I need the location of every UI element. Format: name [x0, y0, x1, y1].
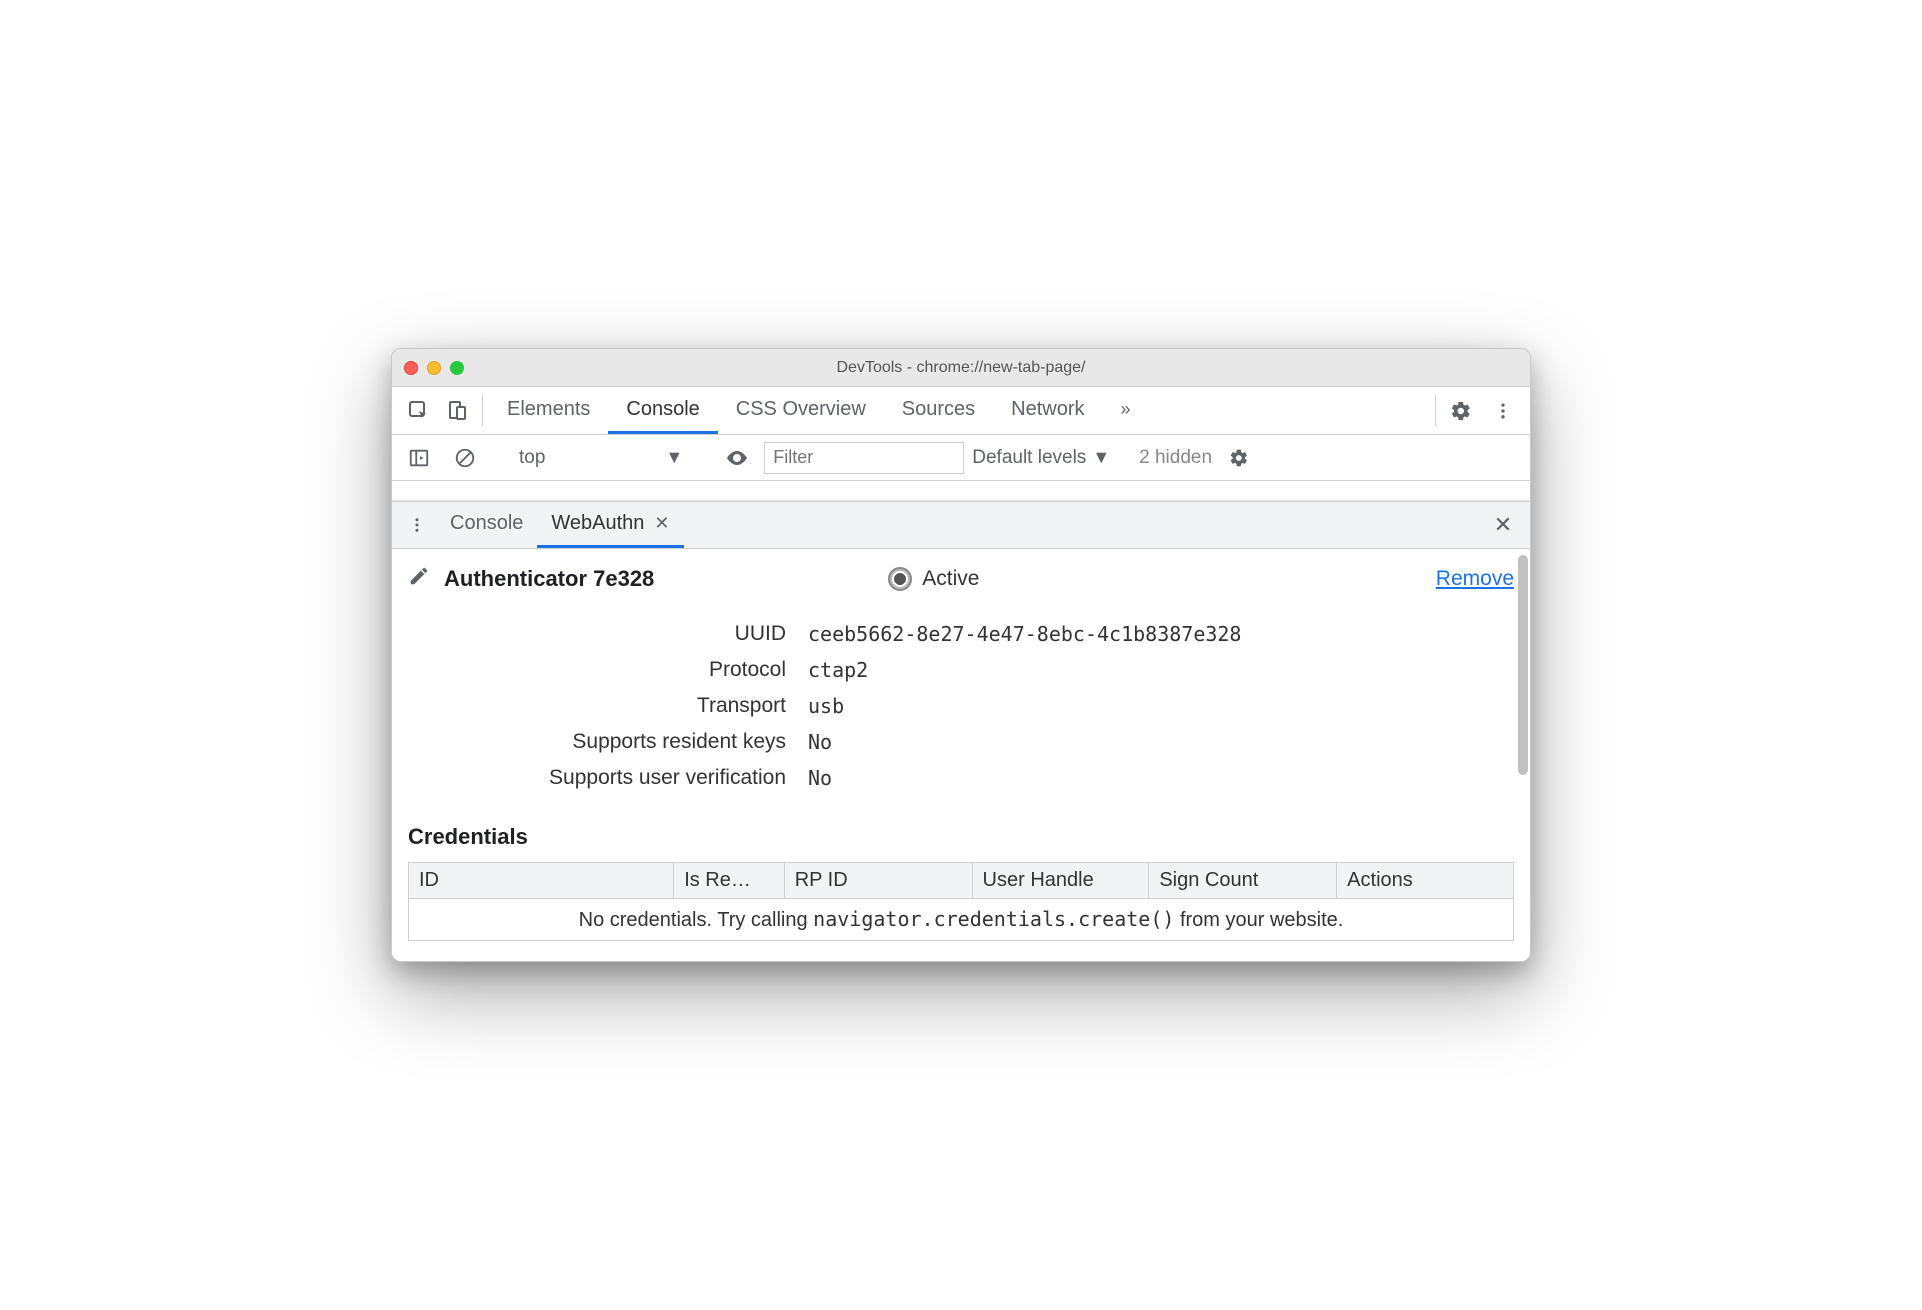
main-toolbar-right: [1442, 387, 1522, 434]
prop-label-uuid: UUID: [408, 622, 808, 646]
tab-label: Console: [450, 512, 523, 535]
col-is-resident[interactable]: Is Re…: [674, 863, 785, 899]
console-settings-gear-icon[interactable]: [1220, 448, 1258, 468]
window-close-button[interactable]: [404, 361, 418, 375]
chevron-down-icon: ▼: [665, 447, 683, 468]
prop-label-resident: Supports resident keys: [408, 730, 808, 754]
tab-label: Sources: [902, 398, 975, 421]
chevron-down-icon: ▼: [1092, 447, 1110, 468]
hidden-messages-link[interactable]: 2 hidden: [1139, 447, 1212, 469]
tab-label: Console: [626, 398, 699, 421]
credentials-section: Credentials ID Is Re… RP ID User Handle …: [408, 824, 1514, 941]
empty-code: navigator.credentials.create(): [813, 907, 1174, 931]
tab-network[interactable]: Network: [993, 387, 1102, 434]
col-user-handle[interactable]: User Handle: [972, 863, 1149, 899]
traffic-lights: [404, 361, 464, 375]
devtools-window: DevTools - chrome://new-tab-page/ Elemen…: [391, 348, 1531, 962]
tab-label: Elements: [507, 398, 590, 421]
drawer-tab-console[interactable]: Console: [436, 502, 537, 548]
kebab-menu-icon[interactable]: [1484, 401, 1522, 421]
log-levels-label: Default levels: [972, 447, 1086, 469]
empty-suffix: from your website.: [1174, 909, 1343, 931]
window-title: DevTools - chrome://new-tab-page/: [392, 359, 1530, 377]
credentials-table: ID Is Re… RP ID User Handle Sign Count A…: [408, 862, 1514, 941]
window-minimize-button[interactable]: [427, 361, 441, 375]
credentials-heading: Credentials: [408, 824, 1514, 850]
device-toolbar-icon[interactable]: [438, 387, 476, 434]
remove-authenticator-link[interactable]: Remove: [1436, 567, 1514, 591]
radio-dot-icon: [888, 567, 912, 591]
active-radio[interactable]: Active: [888, 567, 979, 591]
context-label: top: [519, 447, 545, 469]
close-tab-icon[interactable]: ✕: [654, 513, 669, 534]
tab-label: CSS Overview: [736, 398, 866, 421]
tab-label: WebAuthn: [551, 512, 644, 535]
col-sign-count[interactable]: Sign Count: [1149, 863, 1337, 899]
table-empty-row: No credentials. Try calling navigator.cr…: [409, 899, 1514, 941]
col-rp-id[interactable]: RP ID: [784, 863, 972, 899]
console-filter-input[interactable]: [764, 442, 964, 474]
authenticator-header: Authenticator 7e328 Active Remove: [408, 565, 1514, 592]
log-levels-select[interactable]: Default levels ▼: [972, 447, 1110, 469]
tab-sources[interactable]: Sources: [884, 387, 993, 434]
table-header-row: ID Is Re… RP ID User Handle Sign Count A…: [409, 863, 1514, 899]
tab-console[interactable]: Console: [608, 387, 717, 434]
more-tabs-button[interactable]: »: [1103, 387, 1149, 434]
chevron-double-right-icon: »: [1121, 399, 1131, 420]
drawer-tabs: Console WebAuthn ✕ ✕: [392, 501, 1530, 549]
live-expression-eye-icon[interactable]: [718, 446, 756, 470]
scrollbar-thumb[interactable]: [1518, 555, 1528, 775]
window-titlebar: DevTools - chrome://new-tab-page/: [392, 349, 1530, 387]
settings-gear-icon[interactable]: [1442, 400, 1480, 422]
active-label: Active: [922, 567, 979, 591]
toggle-sidebar-icon[interactable]: [400, 447, 438, 469]
webauthn-panel: Authenticator 7e328 Active Remove UUID c…: [392, 549, 1530, 961]
col-actions[interactable]: Actions: [1337, 863, 1514, 899]
prop-label-protocol: Protocol: [408, 658, 808, 682]
tab-elements[interactable]: Elements: [489, 387, 608, 434]
authenticator-properties: UUID ceeb5662-8e27-4e47-8ebc-4c1b8387e32…: [408, 622, 1514, 790]
prop-label-transport: Transport: [408, 694, 808, 718]
console-toolbar: top ▼ Default levels ▼ 2 hidden: [392, 435, 1530, 481]
prop-value-transport: usb: [808, 694, 1514, 718]
drawer-kebab-icon[interactable]: [398, 502, 436, 548]
prop-value-protocol: ctap2: [808, 658, 1514, 682]
execution-context-select[interactable]: top ▼: [513, 447, 689, 469]
main-toolbar: Elements Console CSS Overview Sources Ne…: [392, 387, 1530, 435]
edit-pencil-icon[interactable]: [408, 565, 430, 592]
separator: [1435, 395, 1436, 426]
col-id[interactable]: ID: [409, 863, 674, 899]
separator: [482, 395, 483, 426]
empty-credentials-message: No credentials. Try calling navigator.cr…: [409, 899, 1514, 941]
prop-value-resident: No: [808, 730, 1514, 754]
close-drawer-icon[interactable]: ✕: [1482, 502, 1524, 548]
prop-value-uuid: ceeb5662-8e27-4e47-8ebc-4c1b8387e328: [808, 622, 1514, 646]
drawer-tab-webauthn[interactable]: WebAuthn ✕: [537, 502, 683, 548]
prop-value-userverif: No: [808, 766, 1514, 790]
main-tabs: Elements Console CSS Overview Sources Ne…: [489, 387, 1429, 434]
tab-css-overview[interactable]: CSS Overview: [718, 387, 884, 434]
authenticator-title: Authenticator 7e328: [444, 566, 654, 592]
empty-prefix: No credentials. Try calling: [579, 909, 814, 931]
clear-console-icon[interactable]: [446, 447, 484, 469]
console-output-area[interactable]: [392, 481, 1530, 501]
window-zoom-button[interactable]: [450, 361, 464, 375]
tab-label: Network: [1011, 398, 1084, 421]
prop-label-userverif: Supports user verification: [408, 766, 808, 790]
inspect-element-icon[interactable]: [400, 387, 438, 434]
